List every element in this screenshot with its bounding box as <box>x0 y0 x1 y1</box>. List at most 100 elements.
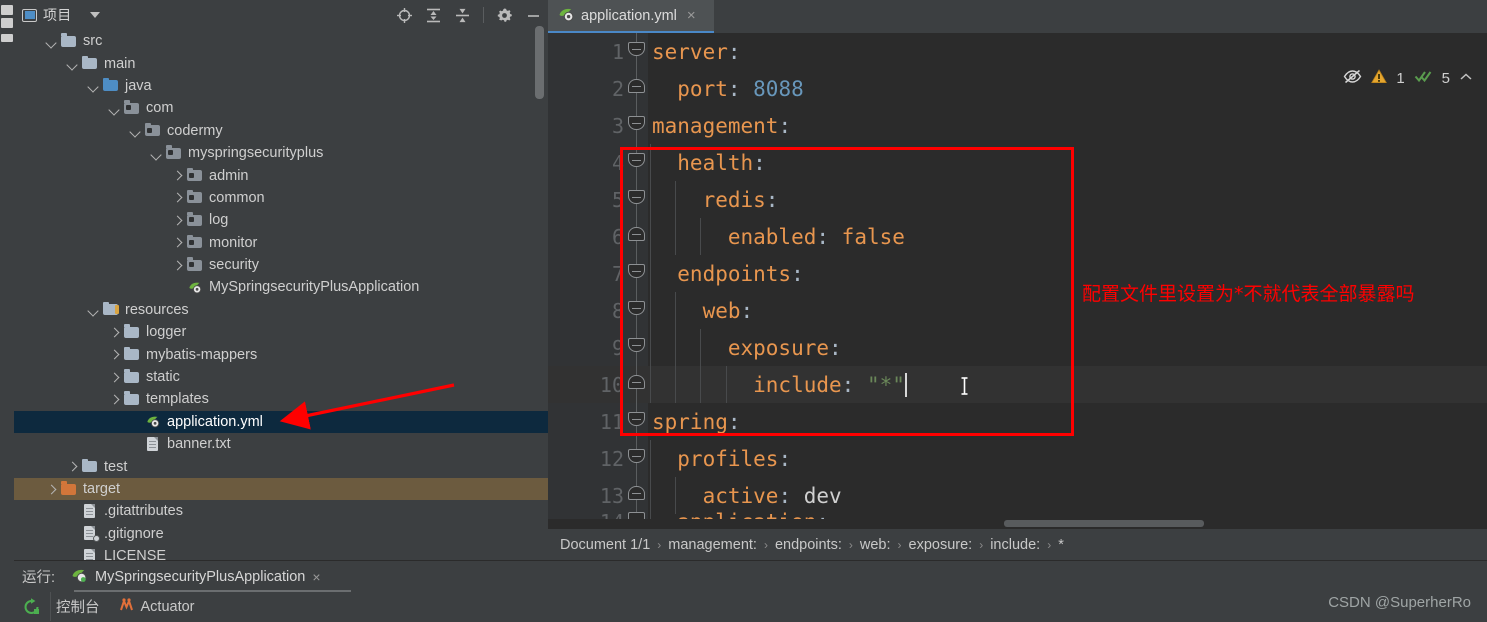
close-icon[interactable]: × <box>312 569 320 585</box>
tool-window-stub-icon[interactable] <box>1 18 13 28</box>
code-line[interactable]: 1 server: <box>548 33 1487 70</box>
eye-off-icon[interactable] <box>1343 69 1362 88</box>
editor-horizontal-scrollbar[interactable] <box>548 519 1487 528</box>
locate-icon[interactable] <box>396 7 413 24</box>
breadcrumb-item[interactable]: endpoints: <box>775 537 842 553</box>
code-line[interactable]: 10 include: "*" <box>548 366 1487 403</box>
editor-tab-application-yml[interactable]: application.yml × <box>548 0 714 33</box>
tree-item-static[interactable]: static <box>14 366 548 388</box>
project-panel-title-group[interactable]: 项目 <box>14 5 100 25</box>
fold-marker[interactable] <box>624 292 650 329</box>
breadcrumb[interactable]: Document 1/1 › management: › endpoints: › web:… <box>548 528 1487 560</box>
left-tool-strip[interactable] <box>0 0 15 621</box>
chevron-down-icon[interactable] <box>87 303 100 316</box>
fold-marker[interactable] <box>624 144 650 181</box>
chevron-down-icon[interactable] <box>150 147 163 160</box>
collapse-all-icon[interactable] <box>454 7 471 24</box>
code-line[interactable]: 12 profiles: <box>548 440 1487 477</box>
tree-item-license[interactable]: LICENSE <box>14 545 548 560</box>
tree-item-target[interactable]: target <box>14 477 548 501</box>
fold-marker[interactable] <box>624 33 650 70</box>
chevron-right-icon[interactable] <box>171 191 184 204</box>
code-editor[interactable]: 1 server: 2 port: 8088 3 management: 4 health… <box>548 33 1487 528</box>
code-line[interactable]: 11 spring: <box>548 403 1487 440</box>
tree-item-com[interactable]: com <box>14 97 548 119</box>
fold-marker[interactable] <box>624 107 650 144</box>
tree-item-java[interactable]: java <box>14 75 548 97</box>
fold-marker[interactable] <box>624 440 650 477</box>
chevron-down-icon[interactable] <box>129 124 142 137</box>
run-configuration-tab[interactable]: MySpringsecurityPlusApplication × <box>65 562 327 592</box>
tree-item-templates[interactable]: templates <box>14 388 548 410</box>
tree-item-monitor[interactable]: monitor <box>14 232 548 254</box>
chevron-down-icon[interactable] <box>108 102 121 115</box>
fold-marker[interactable] <box>624 329 650 366</box>
breadcrumb-item[interactable]: include: <box>990 537 1040 553</box>
settings-gear-icon[interactable] <box>496 7 513 24</box>
fold-marker[interactable] <box>624 366 650 403</box>
chevron-right-icon[interactable] <box>45 483 58 496</box>
close-icon[interactable]: × <box>687 8 696 23</box>
tree-item-logger[interactable]: logger <box>14 321 548 343</box>
code-line[interactable]: 4 health: <box>548 144 1487 181</box>
code-line[interactable]: 6 enabled: false <box>548 218 1487 255</box>
rerun-icon[interactable] <box>22 597 42 617</box>
subtab-actuator[interactable]: Actuator <box>118 597 195 617</box>
project-tree-scrollbar[interactable] <box>535 26 544 99</box>
breadcrumb-item[interactable]: management: <box>668 537 757 553</box>
tree-item-myspringsecurityplus[interactable]: myspringsecurityplus <box>14 142 548 164</box>
fold-marker[interactable] <box>624 403 650 440</box>
tree-item-security[interactable]: security <box>14 254 548 276</box>
tree-item-admin[interactable]: admin <box>14 164 548 186</box>
subtab-console[interactable]: 控制台 <box>56 596 100 617</box>
chevron-right-icon[interactable] <box>171 236 184 249</box>
chevron-down-icon[interactable] <box>66 57 79 70</box>
scrollbar-thumb[interactable] <box>1004 520 1204 527</box>
chevron-right-icon[interactable] <box>171 259 184 272</box>
tree-item-banner-txt[interactable]: banner.txt <box>14 433 548 455</box>
tree-item-common[interactable]: common <box>14 187 548 209</box>
tree-item-codermy[interactable]: codermy <box>14 120 548 142</box>
minimize-icon[interactable] <box>525 7 542 24</box>
tool-window-stub-icon[interactable] <box>1 34 13 42</box>
expand-all-icon[interactable] <box>425 7 442 24</box>
chevron-right-icon[interactable] <box>108 348 121 361</box>
chevron-down-icon[interactable] <box>87 79 100 92</box>
chevron-right-icon[interactable] <box>108 371 121 384</box>
code-line[interactable]: 3 management: <box>548 107 1487 144</box>
code-line[interactable]: 9 exposure: <box>548 329 1487 366</box>
breadcrumb-item[interactable]: exposure: <box>909 537 973 553</box>
tree-item-log[interactable]: log <box>14 209 548 231</box>
tree-item-src[interactable]: src <box>14 30 548 52</box>
inspection-widget[interactable]: 1 5 <box>1343 69 1473 88</box>
tree-item--gitattributes[interactable]: .gitattributes <box>14 500 548 522</box>
chevron-down-icon[interactable] <box>45 35 58 48</box>
fold-marker[interactable] <box>624 255 650 292</box>
fold-marker[interactable] <box>624 70 650 107</box>
tree-item--gitignore[interactable]: .gitignore <box>14 523 548 545</box>
tree-item-resources[interactable]: resources <box>14 299 548 321</box>
chevron-right-icon[interactable] <box>66 460 79 473</box>
fold-marker[interactable] <box>624 218 650 255</box>
chevron-up-icon[interactable] <box>1459 70 1473 87</box>
tree-item-mybatis-mappers[interactable]: mybatis-mappers <box>14 343 548 365</box>
project-tree[interactable]: src main java com codermy myspringsecurityplu… <box>14 30 548 560</box>
tool-window-stub-icon[interactable] <box>1 5 13 15</box>
chevron-down-icon[interactable] <box>89 12 100 18</box>
chevron-right-icon[interactable] <box>108 393 121 406</box>
tree-item-main[interactable]: main <box>14 52 548 74</box>
chevron-right-icon[interactable] <box>171 214 184 227</box>
breadcrumb-item[interactable]: * <box>1058 537 1064 553</box>
tree-item-label: common <box>209 189 265 206</box>
breadcrumb-item[interactable]: Document 1/1 <box>560 537 650 553</box>
tree-item-test[interactable]: test <box>14 455 548 477</box>
tree-item-application-yml[interactable]: application.yml <box>14 410 548 434</box>
breadcrumb-item[interactable]: web: <box>860 537 891 553</box>
tree-item-myspringsecurityplusapplication[interactable]: MySpringsecurityPlusApplication <box>14 276 548 298</box>
fold-marker[interactable] <box>624 181 650 218</box>
chevron-right-icon[interactable] <box>171 169 184 182</box>
code-line[interactable]: 5 redis: <box>548 181 1487 218</box>
chevron-right-icon[interactable] <box>108 326 121 339</box>
code-line[interactable]: 13 active: dev <box>548 477 1487 514</box>
